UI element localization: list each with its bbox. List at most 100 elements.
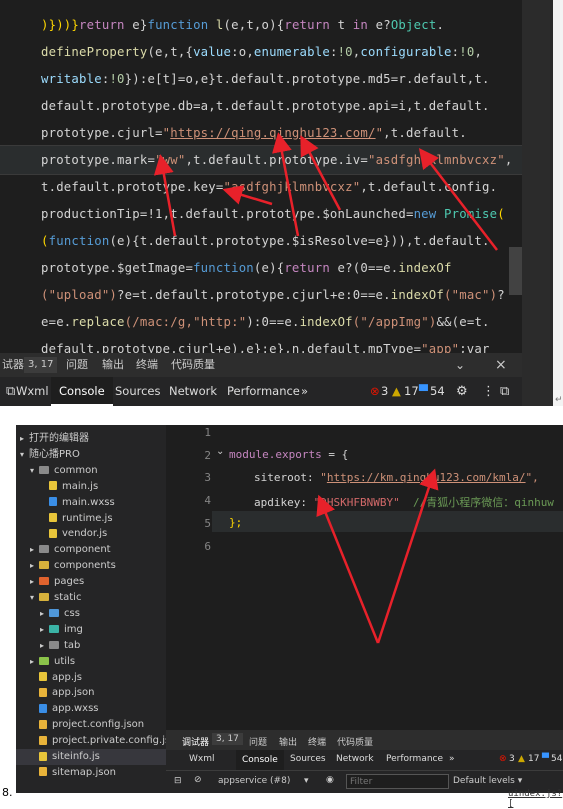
cursor-position: 3, 17	[212, 733, 243, 745]
tree-item[interactable]: siteinfo.js	[30, 749, 100, 765]
chevron-down-icon[interactable]: ▾	[30, 463, 39, 479]
code-token: "asdfghjklmnbvcxz"	[367, 153, 505, 167]
dock-icon[interactable]: ⧉	[500, 377, 509, 406]
chevron-right-icon[interactable]: ▸	[30, 574, 39, 590]
code-token: productionTip=!1,t.default.prototype.$on…	[41, 207, 414, 221]
scrollbar-thumb[interactable]	[509, 247, 522, 295]
gear-icon[interactable]: ⚙	[456, 377, 468, 406]
tree-item[interactable]: main.wxss	[40, 495, 115, 511]
terminal-tab[interactable]: 终端	[136, 353, 158, 377]
chevron-right-icon[interactable]: ▸	[20, 431, 29, 447]
tree-item[interactable]: ▸ css	[40, 606, 80, 622]
code-token: !0	[459, 45, 475, 59]
chevron-right-icon[interactable]: ▸	[30, 542, 39, 558]
output-tab[interactable]: 输出	[102, 353, 124, 377]
issues-tab[interactable]: 问题	[66, 353, 88, 377]
tab-console[interactable]: Console	[51, 377, 113, 406]
devtools-icon[interactable]: ⧉	[6, 377, 15, 406]
tree-item[interactable]: main.js	[40, 479, 98, 495]
tab-console[interactable]: Console	[236, 750, 284, 770]
tree-item[interactable]: ▸ utils	[30, 654, 75, 670]
tree-item[interactable]: project.private.config.js...	[30, 733, 180, 749]
clear-console-icon[interactable]: ⊘	[194, 775, 202, 785]
tab-wxml[interactable]: Wxml	[16, 377, 49, 406]
tree-item[interactable]: app.wxss	[30, 701, 99, 717]
tree-item[interactable]: vendor.js	[40, 526, 107, 542]
chevron-down-icon[interactable]: ▾	[20, 447, 29, 463]
code-token: ,t.default.config.	[360, 180, 498, 194]
code-token: ("upload")	[41, 288, 118, 302]
chevron-right-icon[interactable]: ▸	[30, 558, 39, 574]
siteinfo-code-view[interactable]: 1 2 3 4 5 6 ⌄ module.exports = { siteroot: "h…	[166, 425, 563, 730]
warning-icon: ▲	[392, 384, 401, 398]
code-line: t.default.prototype.key="asdfghjklmnbvcx…	[41, 174, 497, 201]
dropdown-arrow-icon[interactable]: ▾	[304, 776, 309, 786]
context-select[interactable]: appservice (#8)	[218, 776, 290, 786]
more-tabs-button[interactable]: »	[449, 754, 455, 764]
tab-wxml[interactable]: Wxml	[189, 754, 215, 764]
filter-input[interactable]	[346, 774, 449, 789]
tree-item[interactable]: project.config.json	[30, 717, 144, 733]
tree-item[interactable]: ▸ 打开的编辑器	[20, 431, 89, 447]
tree-item[interactable]: ▸ img	[40, 622, 83, 638]
levels-select[interactable]: Default levels ▾	[453, 776, 522, 786]
code-line: defineProperty(e,t,{value:o,enumerable:!…	[41, 39, 482, 66]
line-number: 4	[204, 494, 211, 508]
minified-code-view[interactable]: )}))}return e}function l(e,t,o){return t…	[0, 0, 522, 353]
issues-tab[interactable]: 问题	[249, 735, 267, 748]
chevron-down-icon[interactable]: ▾	[30, 590, 39, 606]
tree-item[interactable]: runtime.js	[40, 511, 113, 527]
source-link[interactable]: uindex.js? [	[508, 789, 563, 809]
code-token: prototype.$getImage=	[41, 261, 194, 275]
tree-item[interactable]: ▾ static	[30, 590, 81, 606]
line-number: 2	[204, 448, 211, 462]
folder-icon	[39, 593, 49, 601]
chevron-right-icon[interactable]: ▸	[40, 622, 49, 638]
more-tabs-button[interactable]: »	[301, 377, 308, 406]
tree-item[interactable]: sitemap.json	[30, 765, 116, 781]
sidebar-toggle-icon[interactable]: ⊟	[174, 776, 182, 786]
tab-sources[interactable]: Sources	[290, 754, 326, 764]
code-token: in	[352, 18, 368, 32]
tree-item[interactable]: ▾ 随心播PRO	[20, 447, 80, 463]
tree-item[interactable]: ▸ components	[30, 558, 116, 574]
tree-item[interactable]: ▸ pages	[30, 574, 84, 590]
code-token: "ww"	[155, 153, 186, 167]
warning-count: 17	[404, 384, 419, 398]
siteroot-url[interactable]: https://km.qinghu123.com/kmla/	[327, 471, 526, 484]
chevron-right-icon[interactable]: ▸	[40, 638, 49, 654]
info-icon: ▀	[542, 754, 549, 764]
chevron-down-icon[interactable]: ⌄	[455, 353, 465, 377]
quality-tab[interactable]: 代码质量	[337, 735, 373, 748]
tab-performance[interactable]: Performance	[227, 377, 300, 406]
tab-network[interactable]: Network	[169, 377, 217, 406]
output-tab[interactable]: 输出	[279, 735, 297, 748]
code-token: writable	[41, 72, 102, 86]
tree-item[interactable]: ▸ tab	[40, 638, 80, 654]
console-filter-bar: ⊟ ⊘ appservice (#8) ▾ ◉ Default levels ▾	[166, 770, 563, 793]
tree-item[interactable]: ▾ common	[30, 463, 98, 479]
quality-tab[interactable]: 代码质量	[171, 353, 215, 377]
tab-performance[interactable]: Performance	[386, 754, 443, 764]
eye-icon[interactable]: ◉	[326, 775, 334, 785]
chevron-right-icon[interactable]: ▸	[40, 606, 49, 622]
tree-item[interactable]: ▸ component	[30, 542, 111, 558]
tree-item[interactable]: app.json	[30, 685, 94, 701]
code-token: :o,	[231, 45, 254, 59]
debugger-label[interactable]: 试器	[2, 353, 24, 377]
tab-sources[interactable]: Sources	[115, 377, 161, 406]
code-token: ;var	[459, 342, 490, 353]
debugger-label[interactable]: 调试器	[182, 735, 209, 748]
code-token: prototype.cjurl=	[41, 126, 163, 140]
tab-network[interactable]: Network	[336, 754, 374, 764]
wechat-comment: //青狐小程序微信：qinhuw	[412, 496, 554, 509]
tree-item-label: components	[54, 560, 116, 572]
chevron-right-icon[interactable]: ▸	[30, 654, 39, 670]
fold-chevron-icon[interactable]: ⌄	[216, 446, 224, 457]
tree-item[interactable]: app.js	[30, 670, 82, 686]
close-icon[interactable]: ×	[495, 353, 507, 377]
tree-item-label: utils	[54, 655, 76, 667]
more-options-icon[interactable]: ⋮	[482, 377, 495, 406]
terminal-tab[interactable]: 终端	[308, 735, 326, 748]
tree-item-label: main.wxss	[62, 496, 115, 508]
